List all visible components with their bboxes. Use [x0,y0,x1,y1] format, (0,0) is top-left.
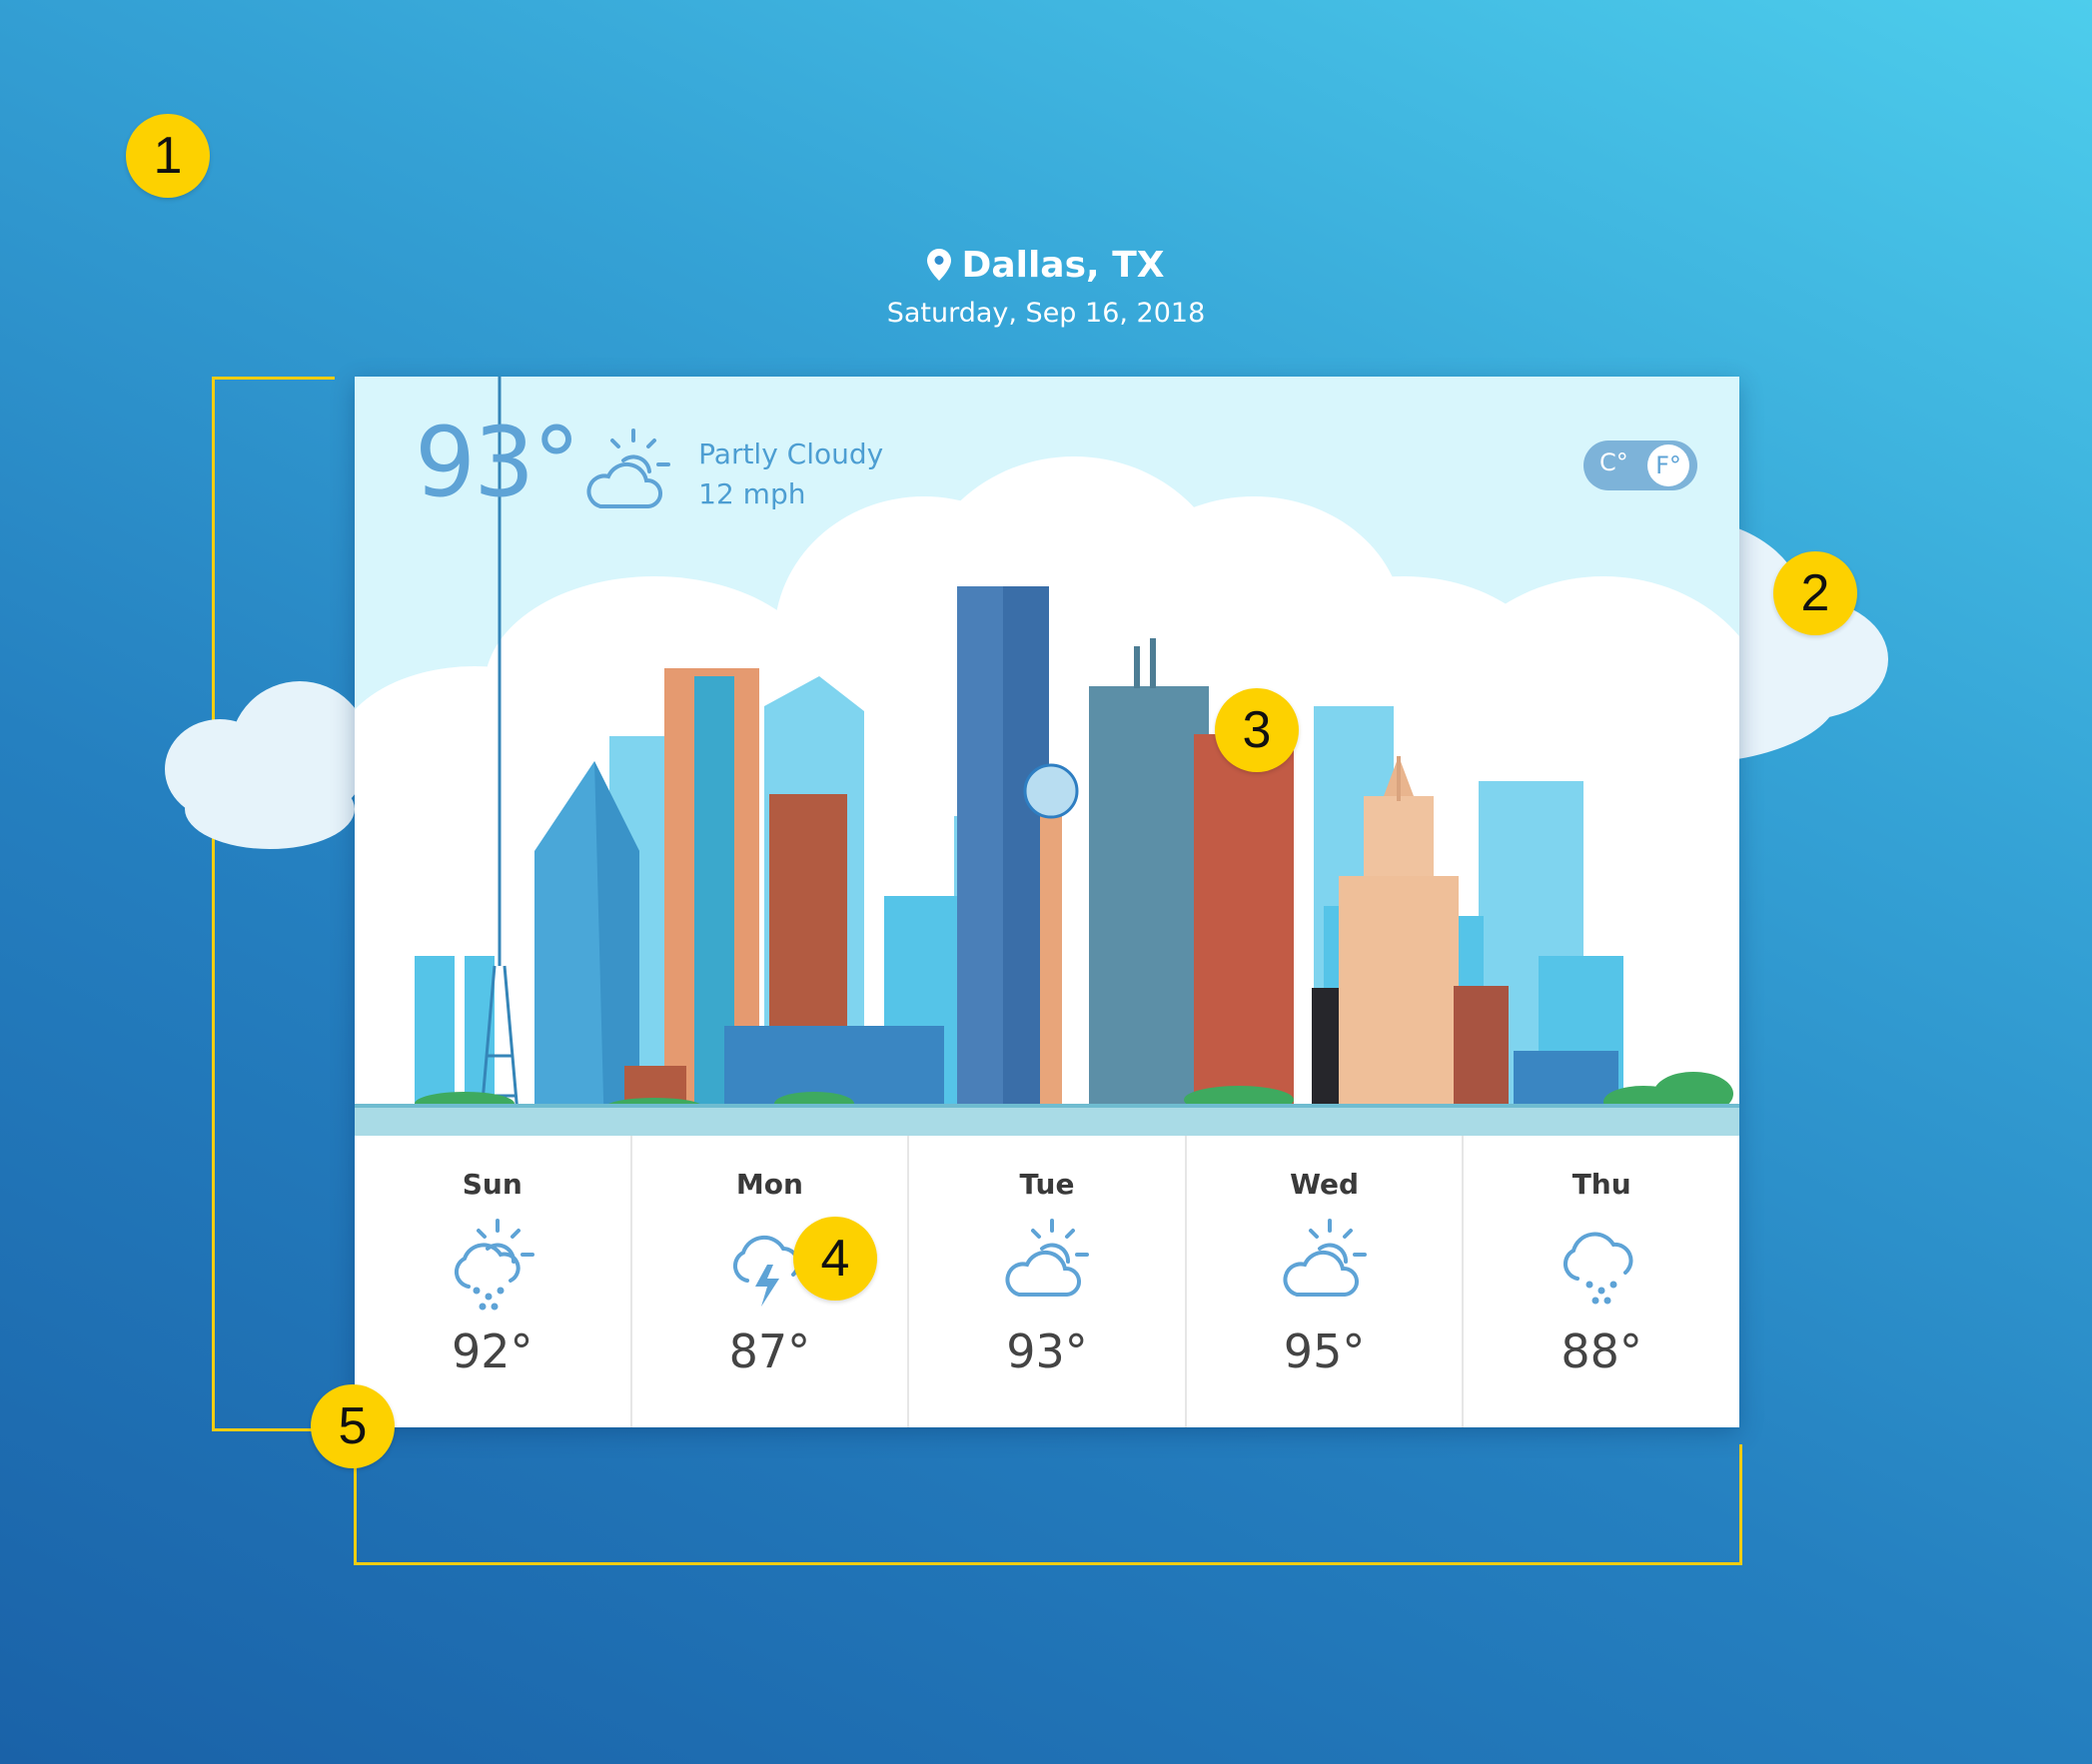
partly-cloudy-rain-icon [355,1215,630,1315]
partly-cloudy-icon [578,425,678,518]
partly-cloudy-icon [909,1215,1185,1315]
day-name: Sun [462,1168,523,1201]
weather-card: 93° Partly Cloudy 12 mph C° F° Sun 92° M… [355,377,1739,1427]
day-temperature: 95° [1283,1324,1366,1378]
annotation-bracket-left [212,377,335,1431]
map-pin-icon [927,249,952,290]
day-name: Thu [1571,1168,1631,1201]
background-cloud-left [165,681,370,849]
toggle-knob[interactable]: F° [1647,444,1689,486]
annotation-marker-4: 4 [793,1217,877,1301]
location-title: Dallas, TX [0,245,2092,290]
annotation-marker-5: 5 [311,1384,395,1468]
day-temperature: 92° [452,1324,533,1378]
annotation-marker-1: 1 [126,114,210,198]
day-temperature: 88° [1561,1324,1642,1378]
day-name: Mon [735,1168,803,1201]
forecast-day-thu[interactable]: Thu 88° [1464,1136,1739,1427]
day-temperature: 87° [728,1324,811,1378]
current-conditions: 93° Partly Cloudy 12 mph [415,415,883,518]
celsius-option[interactable]: C° [1599,448,1628,476]
annotation-marker-2: 2 [1773,551,1857,635]
forecast-row: Sun 92° Mon 87° Tue 93° Wed 95° Thu 88° [355,1136,1739,1427]
annotation-bracket-bottom [354,1444,1742,1565]
unit-toggle[interactable]: C° F° [1583,441,1697,490]
current-temperature: 93° [415,407,580,518]
rain-icon [1464,1215,1739,1315]
condition-text: Partly Cloudy [698,438,884,470]
current-date: Saturday, Sep 16, 2018 [886,298,1206,329]
location-name: Dallas, TX [961,245,1165,286]
partly-cloudy-icon [1187,1215,1463,1315]
day-name: Tue [1019,1168,1075,1201]
annotation-marker-3: 3 [1215,688,1299,772]
wind-speed: 12 mph [698,477,806,510]
forecast-day-wed[interactable]: Wed 95° [1187,1136,1465,1427]
day-name: Wed [1290,1168,1360,1201]
forecast-day-sun[interactable]: Sun 92° [355,1136,632,1427]
day-temperature: 93° [1006,1324,1088,1378]
fahrenheit-option[interactable]: F° [1655,451,1681,479]
forecast-day-tue[interactable]: Tue 93° [909,1136,1187,1427]
